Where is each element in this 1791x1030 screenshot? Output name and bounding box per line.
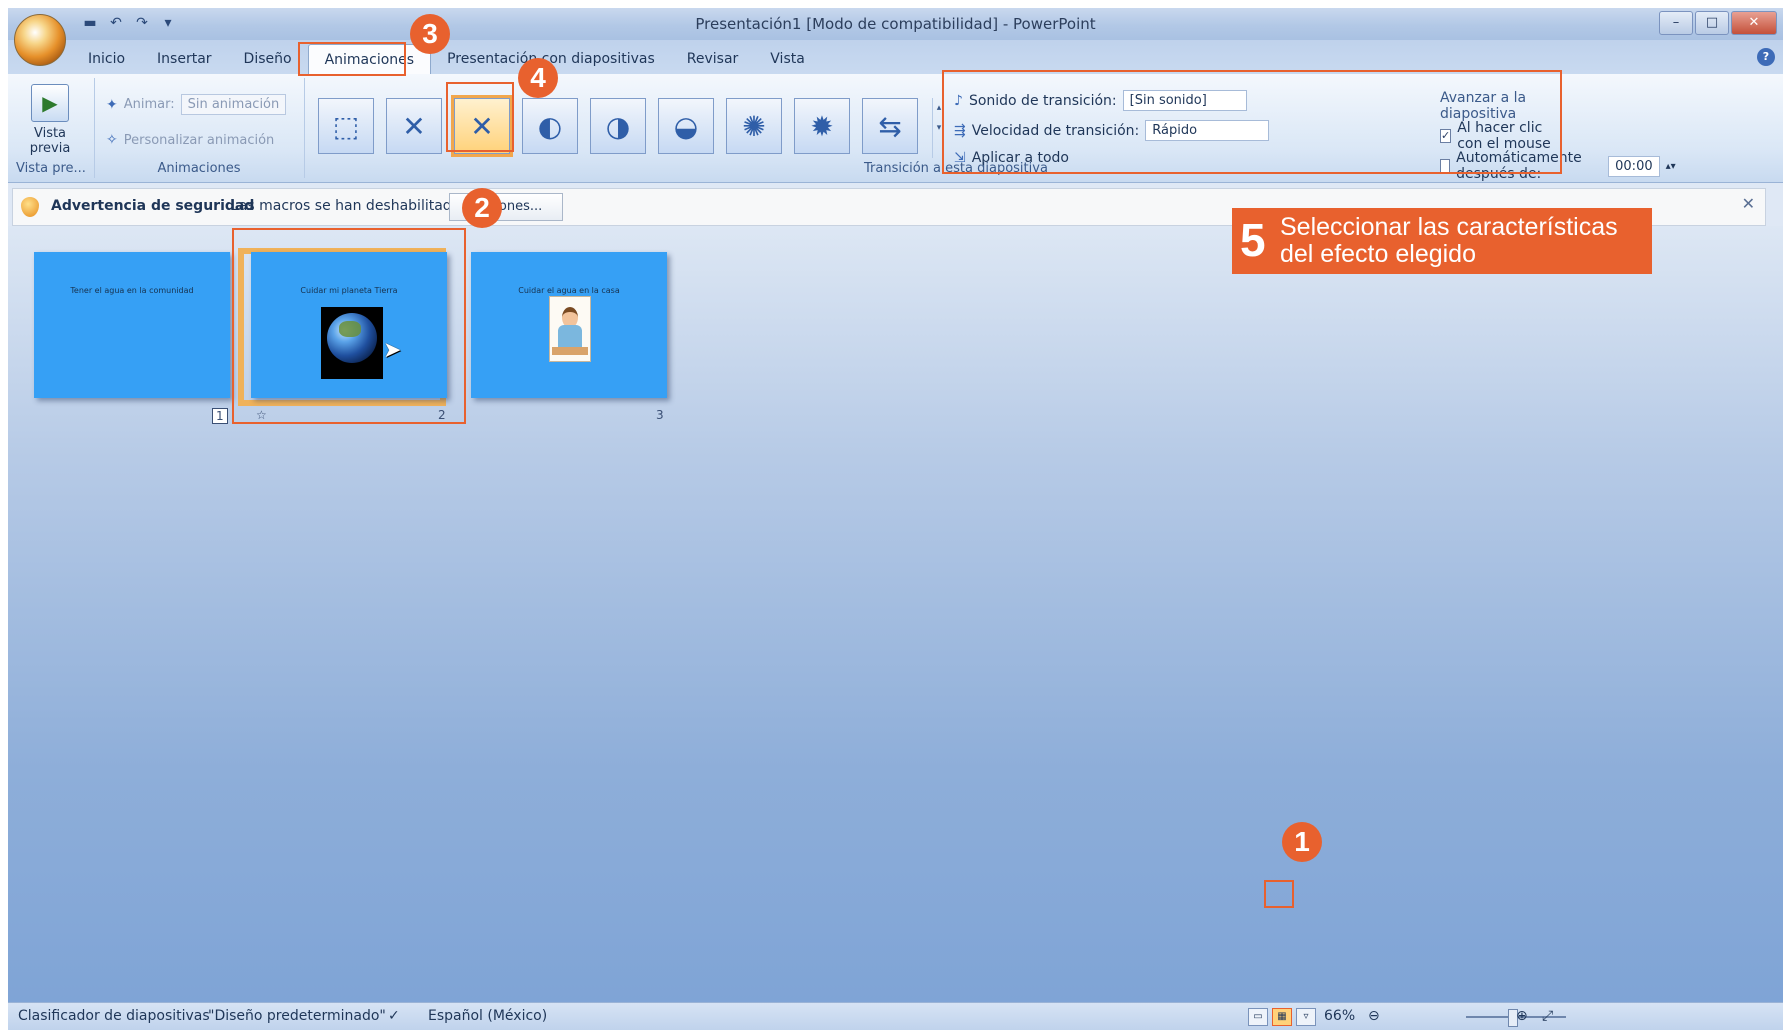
transition-split[interactable]: ⇆ <box>862 98 918 154</box>
preview-label: Vista previa <box>29 126 71 156</box>
undo-icon[interactable]: ↶ <box>106 14 126 32</box>
office-button[interactable] <box>14 14 66 66</box>
animate-icon: ✦ <box>106 96 118 113</box>
girl-image <box>549 296 591 362</box>
quick-access-toolbar: ▬ ↶ ↷ ▾ <box>80 14 178 32</box>
tab-diseno[interactable]: Diseño <box>228 44 308 74</box>
transition-wheel-1[interactable]: ◐ <box>522 98 578 154</box>
slide-title: Cuidar el agua en la casa <box>518 286 620 295</box>
minimize-button[interactable]: – <box>1659 11 1693 35</box>
dropdown-icon[interactable]: ▾ <box>158 14 178 32</box>
preview-icon: ▶ <box>31 84 69 122</box>
status-language: Español (México) <box>428 1008 548 1024</box>
highlight-options <box>942 70 1562 174</box>
transition-wheel-8[interactable]: ✹ <box>794 98 850 154</box>
close-button[interactable]: ✕ <box>1731 11 1777 35</box>
callout-number: 5 <box>1240 214 1266 266</box>
slide-number: 3 <box>656 408 664 422</box>
close-icon[interactable]: ✕ <box>1742 194 1755 213</box>
status-view: Clasificador de diapositivas <box>18 1008 210 1024</box>
security-message: Las macros se han deshabilitado. <box>231 198 465 214</box>
fit-window-icon[interactable]: ⤢ <box>1542 1008 1553 1024</box>
step-callout-5: 5 Seleccionar las características del ef… <box>1232 208 1652 274</box>
zoom-out-icon[interactable]: ⊖ <box>1368 1008 1380 1024</box>
slide-thumbnail-1[interactable]: Tener el agua en la comunidad <box>34 252 230 398</box>
help-icon[interactable]: ? <box>1757 48 1775 66</box>
tab-vista[interactable]: Vista <box>754 44 821 74</box>
step-badge-3: 3 <box>410 14 450 54</box>
auto-time-input[interactable]: 00:00 <box>1608 155 1660 177</box>
spellcheck-icon[interactable]: ✓ <box>388 1008 400 1024</box>
slide-thumbnail-3[interactable]: Cuidar el agua en la casa <box>471 252 667 398</box>
step-badge-1: 1 <box>1282 822 1322 862</box>
tab-inicio[interactable]: Inicio <box>72 44 141 74</box>
step-badge-4: 4 <box>518 58 558 98</box>
security-title: Advertencia de seguridad <box>51 198 255 214</box>
callout-text: Seleccionar las características del efec… <box>1280 213 1618 268</box>
status-bar: Clasificador de diapositivas "Diseño pre… <box>8 1002 1783 1030</box>
highlight-transition <box>446 82 514 152</box>
group-label-animations: Animaciones <box>157 161 241 176</box>
save-icon[interactable]: ▬ <box>80 14 100 32</box>
group-preview: ▶ Vista previa Vista pre... <box>8 78 95 178</box>
redo-icon[interactable]: ↷ <box>132 14 152 32</box>
slide-sorter-view-button[interactable]: ▦ <box>1272 1008 1292 1026</box>
animar-row: ✦ Animar: Sin animación <box>106 94 287 115</box>
transition-wheel-3[interactable]: ◒ <box>658 98 714 154</box>
transition-wheel-2[interactable]: ◑ <box>590 98 646 154</box>
transition-box-out[interactable]: ✕ <box>386 98 442 154</box>
personalizar-label: Personalizar animación <box>123 132 275 148</box>
normal-view-button[interactable]: ▭ <box>1248 1008 1268 1026</box>
highlight-slide-2 <box>232 228 466 424</box>
transition-none[interactable]: ⬚ <box>318 98 374 154</box>
transition-gallery: ⬚ ✕ ✕ ◐ ◑ ◒ ✺ ✹ ⇆ <box>318 95 918 157</box>
status-theme: "Diseño predeterminado" <box>208 1008 386 1024</box>
preview-button[interactable]: ▶ Vista previa <box>20 84 80 156</box>
window-title: Presentación1 [Modo de compatibilidad] -… <box>695 15 1096 33</box>
spinner-icon[interactable]: ▴▾ <box>1666 161 1676 172</box>
highlight-sorter-view <box>1264 880 1294 908</box>
slideshow-view-button[interactable]: ▿ <box>1296 1008 1316 1026</box>
personalizar-row[interactable]: ✧ Personalizar animación <box>106 132 274 148</box>
desk <box>552 347 588 355</box>
step-badge-2: 2 <box>462 188 502 228</box>
slide-number: 1 <box>212 408 228 424</box>
tab-insertar[interactable]: Insertar <box>141 44 228 74</box>
transition-wheel-4[interactable]: ✺ <box>726 98 782 154</box>
window-controls: – □ ✕ <box>1659 11 1777 35</box>
zoom-in-icon[interactable]: ⊕ <box>1516 1008 1528 1024</box>
title-bar: Presentación1 [Modo de compatibilidad] -… <box>8 8 1783 41</box>
slide-title: Tener el agua en la comunidad <box>70 286 194 295</box>
group-label-preview: Vista pre... <box>16 161 86 176</box>
maximize-button[interactable]: □ <box>1695 11 1729 35</box>
group-animations: ✦ Animar: Sin animación ✧ Personalizar a… <box>94 78 305 178</box>
custom-animation-icon: ✧ <box>106 132 118 148</box>
tab-revisar[interactable]: Revisar <box>671 44 755 74</box>
highlight-animaciones-tab <box>298 42 406 76</box>
animar-select[interactable]: Sin animación <box>180 94 287 115</box>
animar-label: Animar: <box>123 97 175 112</box>
shield-icon <box>21 197 39 217</box>
zoom-level[interactable]: 66% <box>1324 1008 1355 1024</box>
